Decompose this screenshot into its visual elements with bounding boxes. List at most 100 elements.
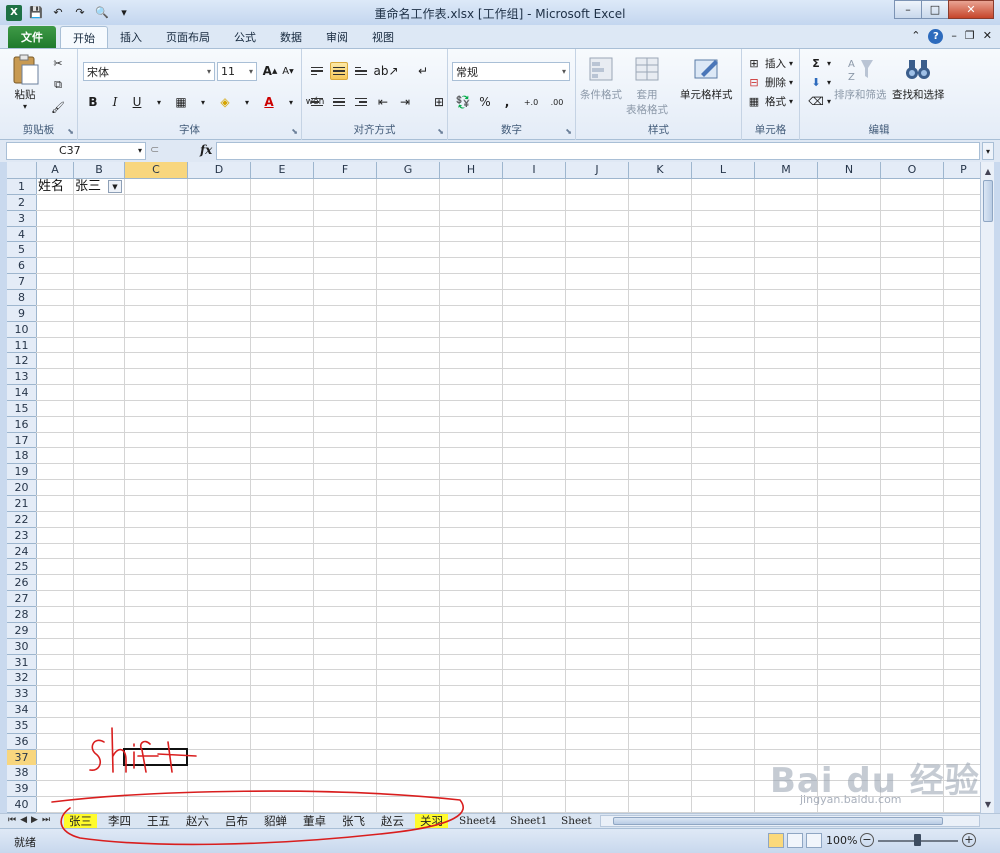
row-header[interactable]: 37 [7,750,36,765]
vertical-scroll-thumb[interactable] [983,180,993,222]
bold-button[interactable]: B [84,93,102,111]
vertical-scrollbar[interactable]: ▲ ▼ [980,162,994,813]
font-size-combo[interactable]: 11 ▾ [217,62,257,81]
formula-bar-resize-icon[interactable]: ⊂ [150,143,159,156]
column-header[interactable]: G [377,162,439,178]
row-header[interactable]: 24 [7,544,36,559]
orientation-icon[interactable]: ab↗ [373,62,398,80]
row-header[interactable]: 23 [7,528,36,543]
zoom-slider-thumb[interactable] [914,834,921,846]
sheet-tab[interactable]: Sheet1 [505,814,552,828]
cell-a1[interactable]: 姓名 [38,179,64,195]
tab-review[interactable]: 审阅 [314,26,360,48]
clear-button[interactable]: ⌫ ▾ [808,93,831,109]
column-header[interactable]: B [74,162,124,178]
font-color-dropdown-icon[interactable]: ▾ [282,93,300,111]
row-header[interactable]: 38 [7,765,36,780]
wrap-text-icon[interactable]: ↵ [414,62,432,80]
zoom-out-button[interactable]: − [860,833,874,847]
row-header[interactable]: 33 [7,686,36,701]
column-header[interactable]: H [440,162,502,178]
grow-font-button[interactable]: A ▲ [261,62,279,80]
normal-view-button[interactable] [768,833,784,848]
column-header[interactable]: D [188,162,250,178]
row-header[interactable]: 11 [7,338,36,353]
font-name-combo[interactable]: 宋体 ▾ [83,62,215,81]
row-header[interactable]: 10 [7,322,36,337]
row-header[interactable]: 30 [7,639,36,654]
column-header[interactable]: F [314,162,376,178]
row-header[interactable]: 3 [7,211,36,226]
sheet-tab[interactable]: 王五 [142,814,175,828]
column-header[interactable]: L [692,162,754,178]
row-header[interactable]: 4 [7,227,36,242]
number-launcher-icon[interactable]: ⬊ [565,127,572,136]
horizontal-scroll-thumb[interactable] [613,817,943,825]
last-sheet-icon[interactable]: ⏭ [42,815,50,825]
row-header[interactable]: 31 [7,655,36,670]
row-header[interactable]: 34 [7,702,36,717]
scroll-up-icon[interactable]: ▲ [982,164,994,178]
column-header[interactable]: N [818,162,880,178]
number-format-combo[interactable]: 常规 ▾ [452,62,570,81]
tab-home[interactable]: 开始 [60,26,108,48]
save-icon[interactable]: 💾 [28,5,44,21]
sheet-tab[interactable]: 张飞 [337,814,370,828]
zoom-level[interactable]: 100% [826,834,857,847]
border-icon[interactable]: ▦ [172,93,190,111]
align-center-icon[interactable] [330,93,348,111]
row-header[interactable]: 28 [7,607,36,622]
column-header[interactable]: K [629,162,691,178]
row-header[interactable]: 35 [7,718,36,733]
doc-restore-icon[interactable]: ❐ [965,29,975,44]
worksheet-grid[interactable]: A B C D E F G H I J K L M N O P 1 2 3 4 5 6 7 8 9 10 11 12 13 14 15 16 1… [7,162,980,813]
column-header[interactable]: J [566,162,628,178]
next-sheet-icon[interactable]: ▶ [31,815,38,825]
row-header[interactable]: 1 [7,179,36,194]
maximize-button[interactable]: □ [921,0,949,19]
align-middle-icon[interactable] [330,62,348,80]
horizontal-scrollbar[interactable] [600,815,980,827]
accounting-format-icon[interactable]: 💱 [454,93,472,111]
percent-button[interactable]: % [476,93,494,111]
sheet-tab[interactable]: 张三 [64,814,97,828]
increase-decimal-button[interactable]: +.0 [520,93,542,111]
comma-button[interactable]: , [498,93,516,111]
align-bottom-icon[interactable] [352,62,370,80]
tab-page-layout[interactable]: 页面布局 [154,26,222,48]
format-as-table-button[interactable]: 套用 表格格式 [626,54,668,117]
decrease-indent-icon[interactable]: ⇤ [374,93,392,111]
sheet-tab[interactable]: 董卓 [298,814,331,828]
italic-button[interactable]: I [106,93,124,111]
clipboard-launcher-icon[interactable]: ⬊ [67,127,74,136]
insert-cells-button[interactable]: ⊞ 插入 ▾ [746,55,793,71]
prev-sheet-icon[interactable]: ◀ [20,815,27,825]
row-header[interactable]: 21 [7,496,36,511]
row-header[interactable]: 16 [7,417,36,432]
tab-insert[interactable]: 插入 [108,26,154,48]
fill-color-dropdown-icon[interactable]: ▾ [238,93,256,111]
column-header[interactable]: M [755,162,817,178]
sheet-tab[interactable]: Sheet4 [454,814,501,828]
fill-color-icon[interactable]: ◈ [216,93,234,111]
alignment-launcher-icon[interactable]: ⬊ [437,127,444,136]
row-header[interactable]: 17 [7,433,36,448]
cut-icon[interactable]: ✂ [50,55,66,71]
tab-file[interactable]: 文件 [8,26,56,48]
help-icon[interactable]: ? [928,29,944,44]
row-header[interactable]: 7 [7,274,36,289]
row-header[interactable]: 12 [7,353,36,368]
row-header[interactable]: 15 [7,401,36,416]
column-header[interactable]: C [125,162,187,178]
sheet-tab[interactable]: 赵六 [181,814,214,828]
filter-dropdown-icon[interactable]: ▼ [108,180,122,193]
minimize-button[interactable]: – [894,0,922,19]
row-header[interactable]: 2 [7,195,36,210]
active-cell-selection[interactable] [123,748,188,766]
excel-logo-icon[interactable]: X [6,4,22,21]
tab-data[interactable]: 数据 [268,26,314,48]
doc-minimize-icon[interactable]: – [951,29,957,44]
column-header[interactable]: E [251,162,313,178]
row-header[interactable]: 8 [7,290,36,305]
close-button[interactable]: ✕ [948,0,994,19]
